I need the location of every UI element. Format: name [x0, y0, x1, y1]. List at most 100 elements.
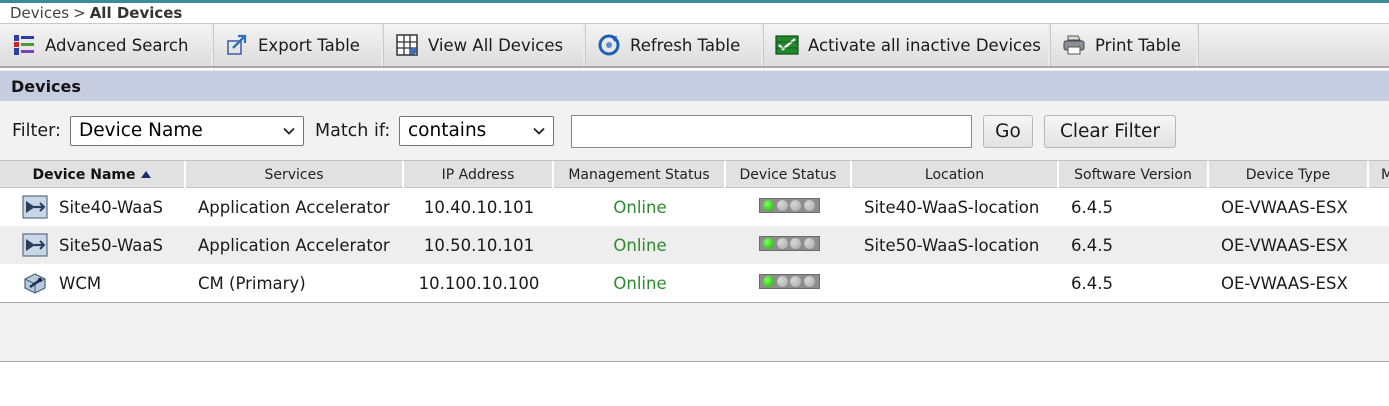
print-table-label: Print Table	[1095, 35, 1181, 55]
device-name-link[interactable]: WCM	[59, 274, 101, 293]
ip-address-cell: 10.50.10.101	[423, 235, 535, 255]
column-header-device-name[interactable]: Device Name	[0, 161, 186, 188]
status-led	[762, 199, 774, 211]
refresh-icon	[598, 34, 620, 56]
activate-inactive-devices-label: Activate all inactive Devices	[808, 35, 1041, 55]
breadcrumb-parent-link[interactable]: Devices	[10, 4, 69, 22]
device-status-cell	[726, 226, 852, 264]
filter-field-select[interactable]: Device Name	[70, 116, 304, 146]
export-table-button[interactable]: Export Table	[213, 24, 383, 66]
refresh-table-label: Refresh Table	[630, 35, 741, 55]
device-name-link[interactable]: Site50-WaaS	[59, 236, 163, 255]
filter-label: Filter:	[12, 121, 61, 141]
table-header: Device Name Services IP Address Manageme…	[0, 160, 1389, 188]
device-type-cell: OE-VWAAS-ESX	[1221, 197, 1348, 217]
device-name-link[interactable]: Site40-WaaS	[59, 198, 163, 217]
management-status-cell: Online	[613, 235, 667, 255]
device-status-indicator	[758, 273, 820, 289]
central-manager-icon	[24, 273, 46, 294]
column-header-device-type[interactable]: Device Type	[1209, 161, 1369, 188]
location-cell: Site40-WaaS-location	[864, 197, 1040, 217]
sort-ascending-icon	[141, 171, 152, 178]
ip-address-cell: 10.100.10.100	[418, 273, 540, 293]
section-title: Devices	[11, 76, 81, 96]
breadcrumb: Devices > All Devices	[10, 4, 182, 22]
advanced-search-icon	[14, 35, 34, 55]
table-row[interactable]: Site50-WaaS Application Accelerator 10.5…	[0, 226, 1389, 264]
services-cell: Application Accelerator	[198, 197, 390, 217]
export-table-label: Export Table	[258, 35, 360, 55]
column-header-label: Device Name	[32, 166, 136, 183]
status-led	[762, 237, 774, 249]
device-status-cell	[726, 188, 852, 226]
refresh-table-button[interactable]: Refresh Table	[585, 24, 763, 66]
breadcrumb-current: All Devices	[89, 4, 183, 22]
services-cell: Application Accelerator	[198, 235, 390, 255]
column-header-services[interactable]: Services	[186, 161, 404, 188]
activate-devices-icon	[775, 35, 799, 55]
device-name-cell: Site50-WaaS	[0, 226, 186, 264]
accelerator-device-icon	[22, 233, 48, 257]
status-led	[776, 199, 788, 211]
view-all-devices-button[interactable]: View All Devices	[383, 24, 585, 66]
status-led	[804, 199, 816, 211]
software-version-cell: 6.4.5	[1071, 235, 1113, 255]
column-header-management-status[interactable]: Management Status	[554, 161, 726, 188]
software-version-cell: 6.4.5	[1071, 273, 1113, 293]
view-all-devices-icon	[396, 34, 418, 56]
toolbar: Advanced Search Export Table View All De…	[0, 23, 1389, 68]
device-status-indicator	[758, 235, 820, 251]
status-led	[762, 275, 774, 287]
services-cell: CM (Primary)	[198, 273, 306, 293]
status-led	[776, 275, 788, 287]
breadcrumb-separator: >	[73, 4, 86, 22]
table-footer-area	[0, 302, 1389, 362]
device-status-indicator	[758, 197, 820, 213]
status-led	[804, 237, 816, 249]
column-header-software-version[interactable]: Software Version	[1059, 161, 1209, 188]
match-if-label: Match if:	[315, 121, 391, 141]
column-header-location[interactable]: Location	[852, 161, 1059, 188]
advanced-search-label: Advanced Search	[45, 35, 189, 55]
software-version-cell: 6.4.5	[1071, 197, 1113, 217]
activate-inactive-devices-button[interactable]: Activate all inactive Devices	[763, 24, 1050, 66]
column-header-truncated[interactable]: M	[1369, 161, 1389, 188]
column-header-device-status[interactable]: Device Status	[726, 161, 852, 188]
status-led	[776, 237, 788, 249]
match-condition-select[interactable]: contains	[399, 116, 554, 146]
device-type-cell: OE-VWAAS-ESX	[1221, 235, 1348, 255]
management-status-cell: Online	[613, 197, 667, 217]
device-name-cell: WCM	[0, 264, 186, 302]
status-led	[790, 275, 802, 287]
view-all-devices-label: View All Devices	[428, 35, 564, 55]
status-led	[790, 237, 802, 249]
device-status-cell	[726, 264, 852, 302]
chevron-down-icon	[533, 127, 545, 135]
top-accent-bar	[0, 0, 1389, 3]
status-led	[790, 199, 802, 211]
go-button[interactable]: Go	[983, 115, 1033, 148]
printer-icon	[1063, 35, 1085, 55]
column-header-ip-address[interactable]: IP Address	[404, 161, 554, 188]
filter-bar: Filter: Device Name Match if: contains G…	[0, 101, 1389, 160]
export-icon	[227, 34, 247, 55]
print-table-button[interactable]: Print Table	[1050, 24, 1198, 66]
status-led	[804, 275, 816, 287]
advanced-search-button[interactable]: Advanced Search	[0, 24, 213, 66]
clear-filter-button[interactable]: Clear Filter	[1044, 115, 1176, 148]
filter-text-input[interactable]	[571, 115, 972, 148]
chevron-down-icon	[283, 127, 295, 135]
device-name-cell: Site40-WaaS	[0, 188, 186, 226]
section-header: Devices	[0, 70, 1389, 101]
table-row[interactable]: Site40-WaaS Application Accelerator 10.4…	[0, 188, 1389, 226]
management-status-cell: Online	[613, 273, 667, 293]
filter-field-value: Device Name	[79, 120, 203, 141]
ip-address-cell: 10.40.10.101	[423, 197, 535, 217]
match-condition-value: contains	[408, 120, 487, 141]
accelerator-device-icon	[22, 195, 48, 219]
devices-table: Device Name Services IP Address Manageme…	[0, 160, 1389, 362]
location-cell	[864, 264, 1059, 302]
location-cell: Site50-WaaS-location	[864, 235, 1040, 255]
table-row[interactable]: WCM CM (Primary) 10.100.10.100 Online 6.…	[0, 264, 1389, 302]
device-type-cell: OE-VWAAS-ESX	[1221, 273, 1348, 293]
